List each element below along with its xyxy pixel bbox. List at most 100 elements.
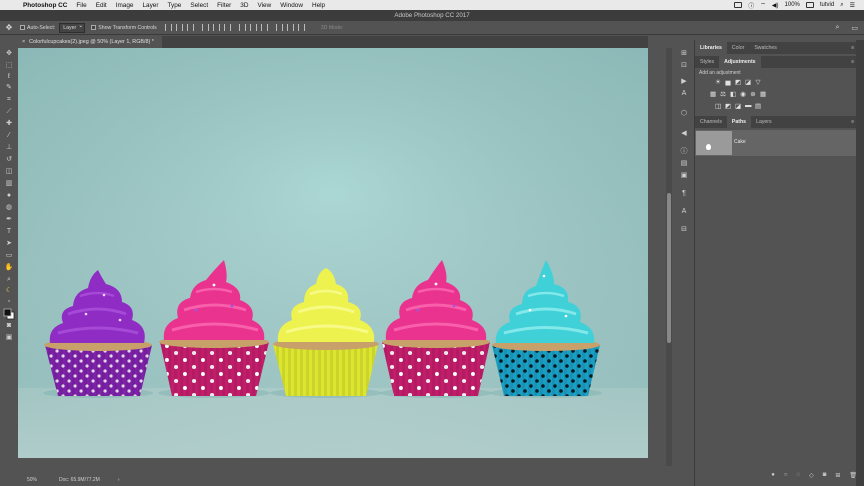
menu-image[interactable]: Image [116, 2, 134, 9]
scroll-thumb[interactable] [667, 193, 671, 343]
distribute-right-icon[interactable] [297, 24, 305, 31]
battery-percent[interactable]: 100% [785, 2, 800, 8]
menu-window[interactable]: Window [280, 2, 303, 9]
add-mask-icon[interactable]: ◙ [823, 472, 827, 482]
eraser-icon[interactable]: ◫ [4, 168, 14, 176]
black-white-icon[interactable]: ◧ [730, 90, 736, 98]
gradient-map-icon[interactable]: ▬ [745, 102, 752, 110]
threshold-icon[interactable]: ◪ [735, 102, 741, 110]
status-menu-icon[interactable]: › [118, 477, 120, 483]
distribute-hcenter-icon[interactable] [286, 24, 294, 31]
brush-icon[interactable]: ⁄ [4, 132, 14, 140]
menu-view[interactable]: View [257, 2, 271, 9]
posterize-icon[interactable]: ◩ [725, 102, 731, 110]
quick-mask-icon[interactable]: ◙ [4, 322, 14, 330]
tool-presets-icon[interactable]: ▣ [679, 172, 689, 180]
creative-cloud-icon[interactable] [734, 2, 743, 8]
path-row[interactable]: Cake [695, 130, 864, 156]
info-icon[interactable]: ⓘ [748, 1, 754, 10]
tab-layers[interactable]: Layers [751, 116, 777, 128]
notes-icon[interactable]: ▤ [679, 160, 689, 168]
brightness-icon[interactable]: ☀ [715, 78, 721, 86]
move-icon[interactable]: ✥ [4, 50, 14, 58]
timeline-icon[interactable]: ⊟ [679, 226, 689, 234]
menu-filter[interactable]: Filter [217, 2, 231, 9]
quick-select-icon[interactable]: ✎ [4, 84, 14, 92]
close-tab-icon[interactable]: × [22, 39, 25, 45]
distribute-left-icon[interactable] [275, 24, 283, 31]
load-selection-icon[interactable]: ◌ [797, 472, 801, 482]
wifi-icon[interactable]: ⌔ [760, 1, 766, 9]
menu-layer[interactable]: Layer [142, 2, 158, 9]
search-icon[interactable]: ⌕ [835, 24, 839, 32]
tab-paths[interactable]: Paths [726, 116, 752, 128]
color-balance-icon[interactable]: ⚖ [720, 90, 726, 98]
actions-icon[interactable]: ▶ [679, 78, 689, 86]
color-lookup-icon[interactable]: ▦ [760, 90, 766, 98]
history-brush-icon[interactable]: ↺ [4, 156, 14, 164]
type-icon[interactable]: T [4, 228, 14, 236]
rectangle-icon[interactable]: ▭ [4, 252, 14, 260]
fill-path-icon[interactable]: ● [771, 472, 775, 482]
tab-swatches[interactable]: Swatches [749, 42, 782, 54]
distribute-bottom-icon[interactable] [260, 24, 268, 31]
banana-icon[interactable]: ☾ [4, 287, 14, 295]
menu-3d[interactable]: 3D [240, 2, 248, 9]
tab-adjustments[interactable]: Adjustments [719, 56, 761, 68]
tab-styles[interactable]: Styles [695, 56, 719, 68]
zoom-icon[interactable]: ⌕ [4, 276, 14, 284]
3d-icon[interactable]: ⬡ [679, 110, 689, 118]
align-vcenter-icon[interactable] [175, 24, 183, 31]
menu-file[interactable]: File [76, 2, 86, 9]
new-path-icon[interactable]: ⊞ [835, 472, 840, 482]
lasso-icon[interactable]: ℓ [4, 73, 14, 81]
document-tab[interactable]: × Colorfulcupcakes(2).jpeg @ 50% (Layer 1… [18, 36, 162, 48]
exposure-icon[interactable]: ◪ [745, 78, 751, 86]
hue-sat-icon[interactable]: ▦ [710, 90, 716, 98]
properties-icon[interactable]: ⊡ [679, 62, 689, 70]
screen-mode-icon[interactable]: ▣ [4, 334, 14, 342]
selective-color-icon[interactable]: ▤ [755, 102, 761, 110]
healing-icon[interactable]: ✚ [4, 120, 14, 128]
marquee-icon[interactable]: ⬚ [4, 62, 14, 70]
pen-icon[interactable]: ✒ [4, 216, 14, 224]
stroke-path-icon[interactable]: ○ [784, 472, 788, 482]
auto-select-checkbox[interactable] [20, 25, 25, 30]
levels-icon[interactable]: ▅ [725, 78, 731, 86]
dodge-icon[interactable]: ◍ [4, 204, 14, 212]
vertical-scrollbar[interactable] [666, 48, 672, 466]
default-colors-icon[interactable]: ▫ [4, 298, 14, 306]
user-name[interactable]: tutvid [820, 2, 834, 8]
channel-mixer-icon[interactable]: ⊛ [750, 90, 756, 98]
gradient-icon[interactable]: ▥ [4, 180, 14, 188]
align-bottom-icon[interactable] [186, 24, 194, 31]
paragraph-icon[interactable]: ¶ [679, 190, 689, 198]
align-hcenter-icon[interactable] [212, 24, 220, 31]
menu-select[interactable]: Select [190, 2, 208, 9]
info-panel-icon[interactable]: ⓘ [679, 148, 689, 156]
move-tool-icon[interactable]: ✥ [4, 23, 14, 33]
brush-settings-icon[interactable]: ◀ [679, 130, 689, 138]
tab-color[interactable]: Color [727, 42, 749, 54]
make-path-icon[interactable]: ◇ [809, 472, 814, 482]
history-icon[interactable]: ⊞ [679, 50, 689, 58]
panel-collapse-strip[interactable] [856, 40, 864, 486]
path-name[interactable]: Cake [734, 139, 746, 145]
menu-edit[interactable]: Edit [96, 2, 107, 9]
auto-select-dropdown[interactable]: Layer [59, 22, 86, 33]
hand-icon[interactable]: ✋ [4, 264, 14, 272]
tab-libraries[interactable]: Libraries [695, 42, 727, 54]
vibrance-icon[interactable]: ▽ [755, 78, 761, 86]
distribute-vcenter-icon[interactable] [249, 24, 257, 31]
glyphs-icon[interactable]: A [679, 208, 689, 216]
spotlight-icon[interactable]: ⌕ [840, 2, 843, 9]
photo-filter-icon[interactable]: ◉ [740, 90, 746, 98]
workspace-icon[interactable]: ▭ [851, 24, 858, 32]
align-left-icon[interactable] [201, 24, 209, 31]
stamp-icon[interactable]: ⊥ [4, 144, 14, 152]
path-select-icon[interactable]: ➤ [4, 240, 14, 248]
notification-icon[interactable]: ☰ [850, 2, 855, 9]
tab-channels[interactable]: Channels [695, 116, 727, 128]
blur-icon[interactable]: ● [4, 192, 14, 200]
align-top-icon[interactable] [164, 24, 172, 31]
